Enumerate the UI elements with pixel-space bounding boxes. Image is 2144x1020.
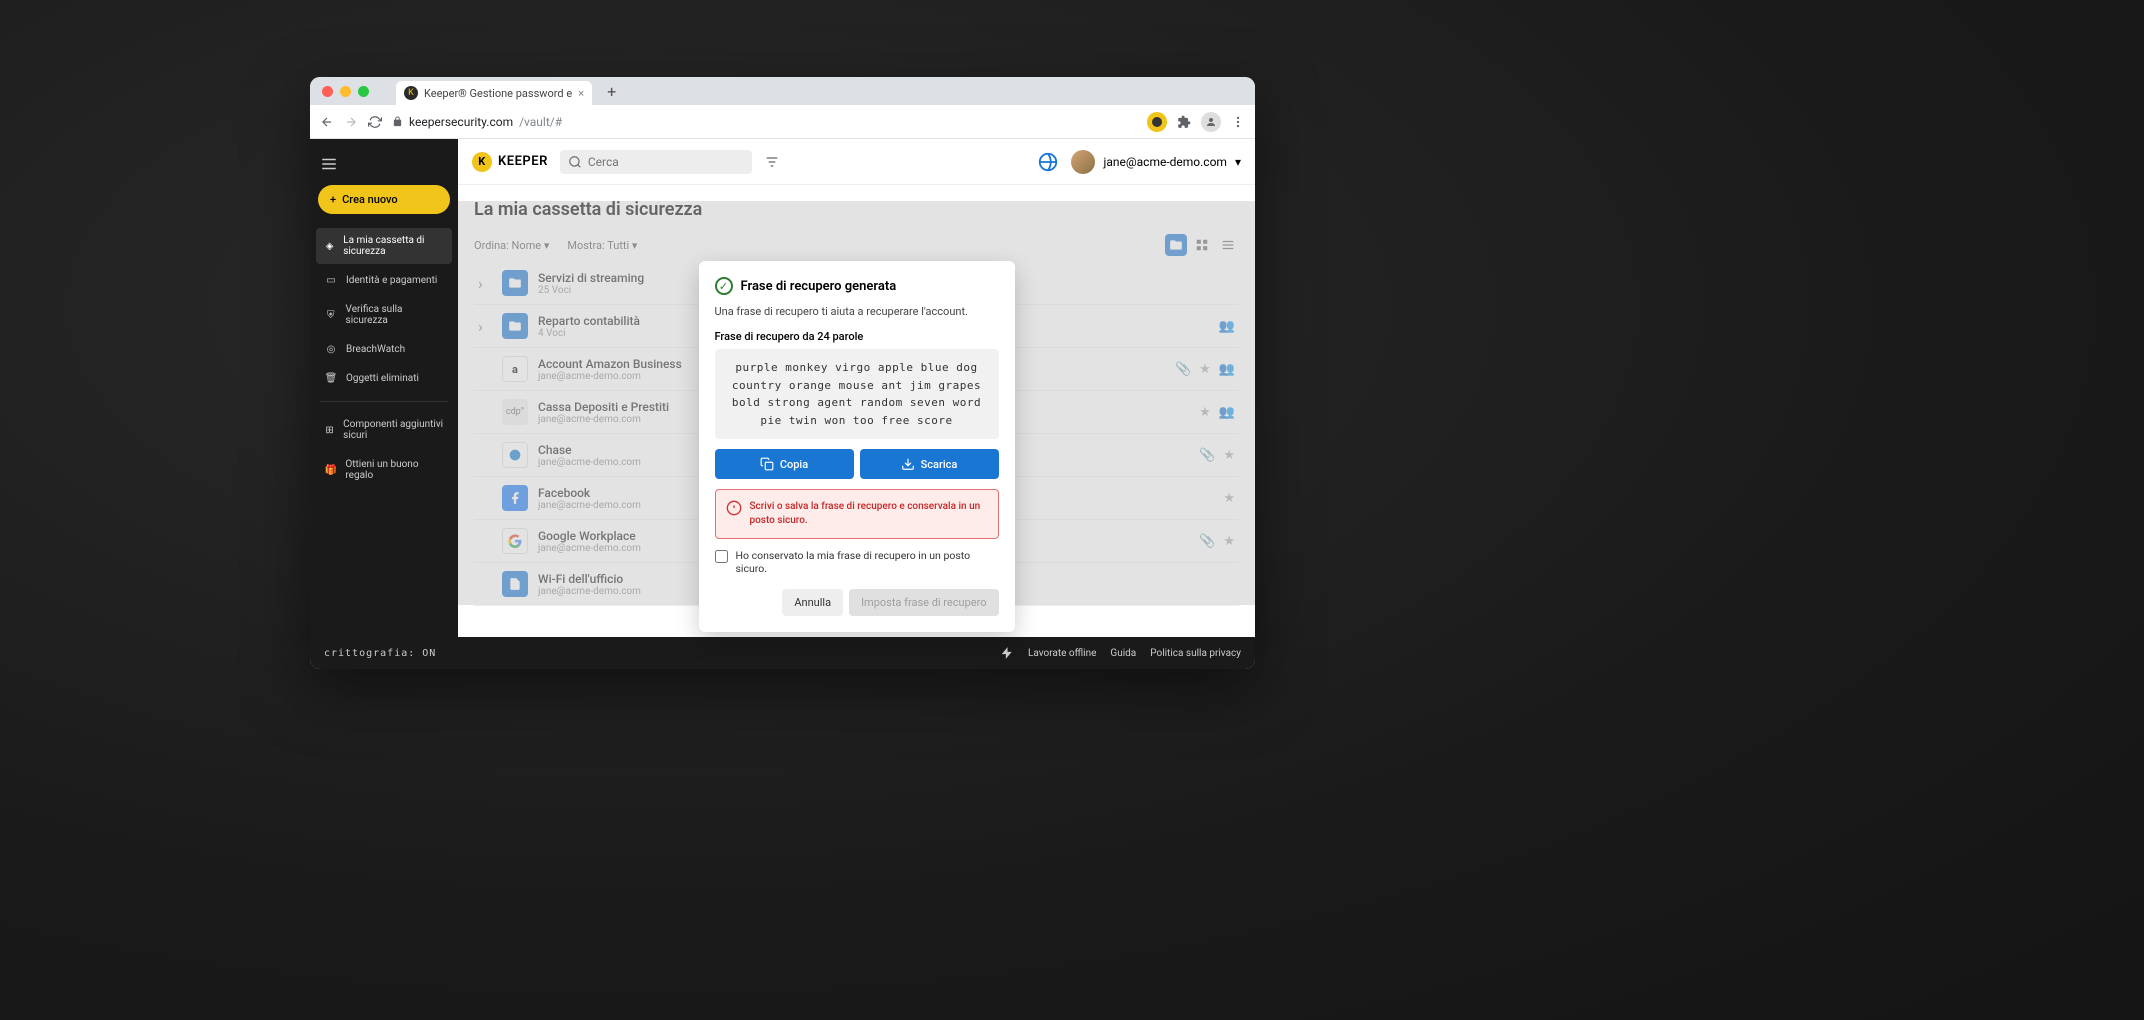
download-button[interactable]: Scarica: [860, 449, 999, 479]
app-footer: crittografia: ON Lavorate offline Guida …: [310, 637, 1255, 669]
browser-window: K Keeper® Gestione password e × + keeper…: [310, 77, 1255, 669]
vault-icon: ◈: [324, 241, 335, 252]
plus-icon: +: [330, 193, 336, 206]
download-icon: [901, 457, 915, 471]
close-window-button[interactable]: [322, 86, 333, 97]
warning-text: Scrivi o salva la frase di recupero e co…: [750, 500, 988, 528]
warning-icon: [726, 500, 742, 528]
sidebar-item-security[interactable]: ⛨Verifica sulla sicurezza: [316, 297, 452, 333]
url-domain: keepersecurity.com: [409, 115, 513, 129]
hamburger-icon[interactable]: [316, 151, 452, 177]
app-logo: K KEEPER: [472, 152, 548, 172]
sync-icon[interactable]: [1037, 151, 1059, 173]
minimize-window-button[interactable]: [340, 86, 351, 97]
modal-button-row: Copia Scarica: [715, 449, 999, 479]
url-path: /vault/#: [519, 115, 562, 129]
filter-icon[interactable]: [764, 154, 780, 170]
new-tab-button[interactable]: +: [607, 82, 616, 101]
app-body: + Crea nuovo ◈La mia cassetta di sicurez…: [310, 139, 1255, 637]
sidebar-item-identity[interactable]: ▭Identità e pagamenti: [316, 268, 452, 293]
logo-icon: K: [472, 152, 492, 172]
address-bar: keepersecurity.com/vault/#: [310, 105, 1255, 139]
profile-icon[interactable]: [1201, 112, 1221, 132]
browser-tab[interactable]: K Keeper® Gestione password e ×: [396, 81, 592, 105]
reload-button[interactable]: [368, 115, 382, 129]
cancel-button[interactable]: Annulla: [782, 589, 843, 616]
create-new-button[interactable]: + Crea nuovo: [318, 185, 450, 214]
privacy-link[interactable]: Politica sulla privacy: [1150, 648, 1241, 659]
modal-description: Una frase di recupero ti aiuta a recuper…: [715, 305, 999, 318]
tab-title: Keeper® Gestione password e: [424, 87, 572, 100]
help-link[interactable]: Guida: [1110, 648, 1136, 659]
sidebar-item-gift[interactable]: 🎁Ottieni un buono regalo: [316, 452, 452, 488]
extensions-icon[interactable]: [1177, 115, 1191, 129]
sidebar-divider: [320, 401, 448, 402]
confirm-checkbox[interactable]: [715, 550, 728, 563]
modal-header: ✓ Frase di recupero generata: [715, 277, 999, 295]
kebab-menu-icon[interactable]: [1231, 115, 1245, 129]
chevron-down-icon: ▾: [1235, 155, 1241, 169]
offline-link[interactable]: Lavorate offline: [1028, 648, 1096, 659]
search-box[interactable]: [560, 150, 752, 174]
lock-icon: [392, 116, 403, 127]
browser-tabstrip: K Keeper® Gestione password e × +: [310, 77, 1255, 105]
create-label: Crea nuovo: [342, 193, 398, 206]
card-icon: ▭: [324, 275, 338, 286]
sidebar-item-addons[interactable]: ⊞Componenti aggiuntivi sicuri: [316, 412, 452, 448]
modal-actions: Annulla Imposta frase di recupero: [715, 589, 999, 616]
grid-icon: ⊞: [324, 425, 335, 436]
sidebar-item-breachwatch[interactable]: ◎BreachWatch: [316, 337, 452, 362]
checkbox-label: Ho conservato la mia frase di recupero i…: [736, 549, 999, 575]
forward-button[interactable]: [344, 115, 358, 129]
breachwatch-icon: ◎: [324, 344, 338, 355]
search-input[interactable]: [588, 155, 744, 169]
bolt-icon: [1000, 646, 1014, 660]
copy-button[interactable]: Copia: [715, 449, 854, 479]
confirm-checkbox-row[interactable]: Ho conservato la mia frase di recupero i…: [715, 549, 999, 575]
recovery-phrase-box: purple monkey virgo apple blue dog count…: [715, 349, 999, 439]
trash-icon: 🗑: [324, 373, 338, 384]
sidebar: + Crea nuovo ◈La mia cassetta di sicurez…: [310, 139, 458, 637]
sidebar-item-vault[interactable]: ◈La mia cassetta di sicurezza: [316, 228, 452, 264]
app-topbar: K KEEPER jane@acme-demo.com ▾: [458, 139, 1255, 185]
phrase-label: Frase di recupero da 24 parole: [715, 330, 999, 343]
search-icon: [568, 155, 582, 169]
keeper-extension-icon[interactable]: [1147, 112, 1167, 132]
copy-icon: [760, 457, 774, 471]
modal-title: Frase di recupero generata: [741, 279, 897, 294]
avatar: [1071, 150, 1095, 174]
tab-favicon-icon: K: [404, 86, 418, 100]
recovery-phrase-modal: ✓ Frase di recupero generata Una frase d…: [699, 261, 1015, 632]
set-phrase-button[interactable]: Imposta frase di recupero: [849, 589, 998, 616]
user-menu[interactable]: jane@acme-demo.com ▾: [1071, 150, 1241, 174]
url-field[interactable]: keepersecurity.com/vault/#: [392, 115, 1137, 129]
warning-box: Scrivi o salva la frase di recupero e co…: [715, 489, 999, 539]
check-circle-icon: ✓: [715, 277, 733, 295]
modal-overlay: ✓ Frase di recupero generata Una frase d…: [458, 201, 1255, 605]
extension-icons: [1147, 112, 1245, 132]
crypto-status: crittografia: ON: [324, 648, 436, 659]
gift-icon: 🎁: [324, 465, 337, 476]
logo-text: KEEPER: [498, 154, 548, 169]
window-controls: [322, 86, 369, 97]
sidebar-item-trash[interactable]: 🗑Oggetti eliminati: [316, 366, 452, 391]
back-button[interactable]: [320, 115, 334, 129]
maximize-window-button[interactable]: [358, 86, 369, 97]
shield-icon: ⛨: [324, 310, 338, 321]
tab-close-icon[interactable]: ×: [578, 87, 584, 100]
user-email: jane@acme-demo.com: [1103, 155, 1227, 169]
